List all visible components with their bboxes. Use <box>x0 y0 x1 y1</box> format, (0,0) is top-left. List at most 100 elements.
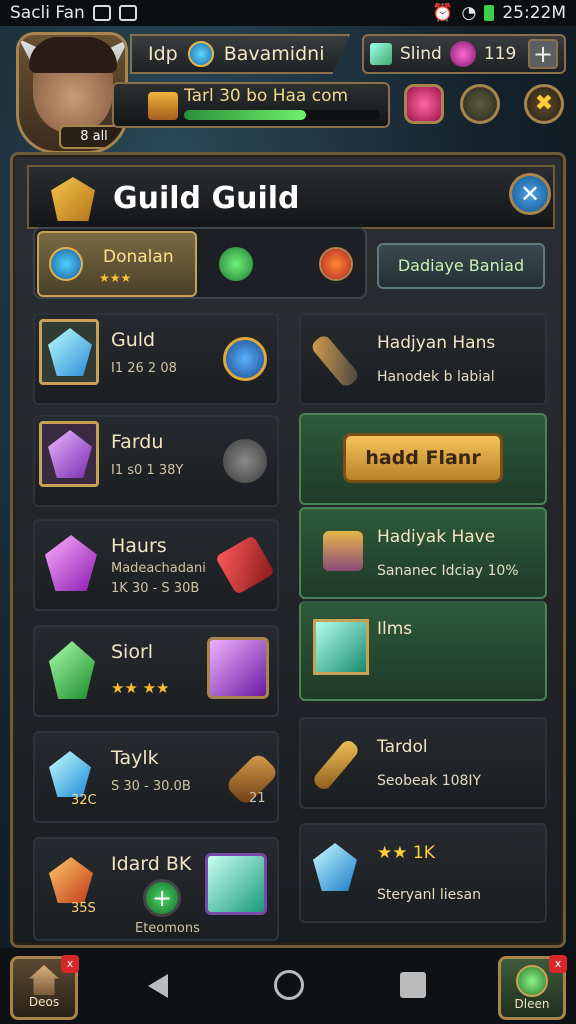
notification-badge: x <box>61 955 79 973</box>
tab-emerald-icon[interactable] <box>219 247 253 281</box>
page-title: Guild Guild <box>113 181 300 216</box>
home-icon <box>29 965 59 995</box>
tab-stars: ★★★ <box>99 271 132 285</box>
panel-header: Guild Guild <box>27 165 555 229</box>
topaz-icon <box>49 857 93 903</box>
tab-fire-icon[interactable] <box>319 247 353 281</box>
list-item[interactable]: Tardol Seobeak 108IY <box>299 717 547 809</box>
bottom-nav: Deos x Dleen x <box>0 948 576 1024</box>
item-subtitle: Sananec Idciay 10% <box>377 563 519 579</box>
aquamarine-icon <box>205 853 267 915</box>
item-title: Ilms <box>377 619 413 639</box>
list-item[interactable]: Siorl ★★ ★★ <box>33 625 279 717</box>
guild-panel: Guild Guild ✕ Donalan ★★★ Dadiaye Baniad… <box>10 152 566 948</box>
home-button[interactable]: Deos x <box>10 955 79 1020</box>
emerald-icon <box>49 641 95 699</box>
notification-icon <box>92 5 111 21</box>
currency-bar: Slind 119 + <box>362 34 566 74</box>
item-thumbnail <box>39 421 99 487</box>
system-home-button[interactable] <box>274 970 304 1000</box>
player-name-bar[interactable]: Idp Bavamidni <box>130 34 350 74</box>
list-item[interactable]: Fardu I1 s0 1 38Y <box>33 415 279 507</box>
item-subtitle: Steryanl liesan <box>377 887 481 903</box>
list-item[interactable]: Ilms <box>299 601 547 701</box>
carrier-label: Sacli Fan <box>10 3 85 23</box>
item-title: Hadiyak Have <box>377 527 496 547</box>
item-subtitle: Madeachadani <box>111 561 206 576</box>
ruby-bar-icon <box>214 534 276 596</box>
xp-track <box>184 110 380 120</box>
wifi-icon: ◔ <box>461 3 477 23</box>
item-title: Idard BK <box>111 853 192 875</box>
notification-badge: x <box>549 955 567 973</box>
chat-icon[interactable] <box>460 84 500 124</box>
add-item-button[interactable]: + <box>143 879 181 917</box>
chest-icon <box>148 92 178 120</box>
amethyst-icon <box>48 430 92 478</box>
item-title: Guld <box>111 329 156 351</box>
item-badge: 35S <box>71 901 96 916</box>
item-range: 1K 30 - S 30B <box>111 581 200 596</box>
system-back-button[interactable] <box>148 974 168 998</box>
amethyst-icon <box>207 637 269 699</box>
crystal-icon <box>48 328 92 376</box>
list-item[interactable]: Hadiyak Have Sananec Idciay 10% <box>299 507 547 599</box>
xp-text: Tarl 30 bo Haa com <box>184 86 349 106</box>
alarm-icon: ⏰ <box>432 3 454 23</box>
add-currency-button[interactable]: + <box>528 39 558 69</box>
clock: 25:22M <box>502 3 566 23</box>
system-recents-button[interactable] <box>400 972 426 998</box>
tools-icon[interactable]: ✖ <box>524 84 564 124</box>
item-title: Siorl <box>111 641 154 663</box>
guild-tabs: Donalan ★★★ <box>33 227 367 299</box>
list-item[interactable]: Taylk S 30 - 30.0B 32C 21 <box>33 731 280 823</box>
home-label: Deos <box>28 995 60 1009</box>
item-subtitle: I1 s0 1 38Y <box>111 463 184 478</box>
tab-label: Donalan <box>103 247 174 267</box>
list-item[interactable]: ★★ 1K Steryanl liesan <box>299 823 547 923</box>
item-title: Taylk <box>111 747 159 769</box>
purple-crystal-icon <box>45 535 97 591</box>
top-hud: 8 all Idp Bavamidni Tarl 30 bo Haa com S… <box>0 26 576 154</box>
diamond-icon <box>49 751 91 797</box>
list-item[interactable]: Guld I1 26 2 08 <box>33 313 279 405</box>
daily-reward-button[interactable]: Dadiaye Baniad <box>377 243 545 289</box>
status-bar: Sacli Fan ⏰ ◔ 25:22M <box>0 0 576 26</box>
item-title: Hadjyan Hans <box>377 333 496 353</box>
currency-label: Slind <box>400 44 442 64</box>
item-title: ★★ 1K <box>377 843 435 863</box>
item-title: Haurs <box>111 535 167 557</box>
item-side-value: 21 <box>249 791 266 806</box>
app-notification-icon <box>118 5 137 21</box>
quest-icon <box>516 965 548 997</box>
item-title: Fardu <box>111 431 164 453</box>
guild-crest-icon <box>51 177 95 221</box>
hero-hair <box>29 37 117 73</box>
quest-label: Dleen <box>514 997 550 1011</box>
diamond-icon <box>313 843 357 891</box>
orb-icon <box>449 41 476 67</box>
close-button[interactable]: ✕ <box>509 173 551 215</box>
item-badge: 32C <box>71 793 97 808</box>
chest-icon <box>323 531 363 571</box>
golden-hammer-icon <box>311 737 361 793</box>
list-item[interactable]: Idard BK 35S + Eteomons <box>33 837 279 941</box>
ruby-icon[interactable] <box>404 84 444 124</box>
stone-orb-icon <box>223 439 267 483</box>
item-subtitle: S 30 - 30.0B <box>111 779 191 794</box>
currency-amount: 119 <box>483 44 517 64</box>
list-item[interactable]: Haurs Madeachadani 1K 30 - S 30B <box>33 519 279 611</box>
player-level: 8 all <box>59 125 125 149</box>
tab-donation[interactable]: Donalan ★★★ <box>37 231 197 297</box>
quest-button[interactable]: Dleen x <box>498 955 567 1020</box>
currency-sword-icon <box>370 43 392 65</box>
shield-icon <box>49 247 83 281</box>
crystal-icon <box>313 619 369 675</box>
xp-bar: Tarl 30 bo Haa com <box>112 82 390 128</box>
battery-icon <box>484 5 495 21</box>
shield-gem-icon <box>187 41 214 67</box>
claim-button[interactable]: hadd Flanr <box>343 433 503 483</box>
item-title: Tardol <box>377 737 428 757</box>
list-item[interactable]: Hadjyan Hans Hanodek b labial <box>299 313 547 405</box>
item-subtitle: I1 26 2 08 <box>111 361 177 376</box>
